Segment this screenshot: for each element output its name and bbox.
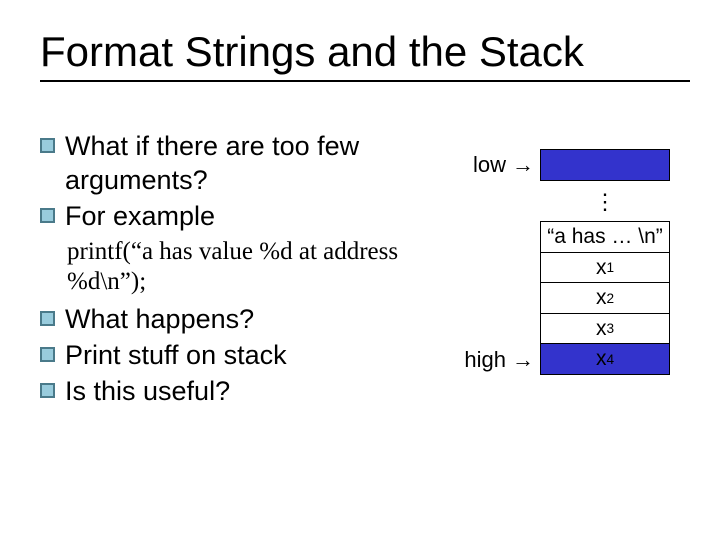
bullet-text: Is this useful? [65,375,230,409]
cell-base: x [596,256,607,280]
stack-row-high: high → x4 [460,345,670,376]
cell-sub: 1 [606,260,614,275]
stack-cell-format-string: “a has … \n” [540,221,670,253]
stack-cell-x1: x1 [540,252,670,284]
stack-cell-x4: x4 [540,343,670,375]
cell-sub: 4 [606,352,614,367]
cell-sub: 2 [606,291,614,306]
list-item: What if there are too few arguments? [40,130,420,198]
bullet-text: What if there are too few arguments? [65,130,420,198]
bullet-list: What if there are too few arguments? For… [40,130,420,411]
bullet-square-icon [40,311,55,326]
bullet-text: What happens? [65,303,254,337]
bullet-text: Print stuff on stack [65,339,287,373]
stack-cell-x2: x2 [540,282,670,314]
stack-row: x3 [460,314,670,345]
slide-title: Format Strings and the Stack [40,28,690,82]
bullet-square-icon [40,138,55,153]
stack-row: x1 [460,253,670,284]
stack-cell-blank-top [540,149,670,181]
list-item: Print stuff on stack [40,339,420,373]
stack-row-low: low → [460,150,670,181]
cell-base: x [596,347,607,371]
list-item: Is this useful? [40,375,420,409]
stack-row: “a has … \n” [460,223,670,254]
low-label: low [473,152,506,178]
bullet-square-icon [40,383,55,398]
cell-base: x [596,286,607,310]
bullet-square-icon [40,347,55,362]
bullet-square-icon [40,208,55,223]
arrow-right-icon: → [512,347,534,373]
code-line: printf(“a has value %d at address %d\n”)… [67,237,420,297]
stack-cell-x3: x3 [540,313,670,345]
cell-sub: 3 [606,321,614,336]
stack-diagram: low → ⋮ “a has … \n” x1 x2 x3 high → x4 [460,150,670,375]
high-label: high [464,347,506,373]
list-item: For example [40,200,420,234]
cell-base: x [596,317,607,341]
list-item: What happens? [40,303,420,337]
vertical-ellipsis-icon: ⋮ [540,191,670,213]
arrow-right-icon: → [512,152,534,178]
bullet-text: For example [65,200,215,234]
stack-row: x2 [460,284,670,315]
